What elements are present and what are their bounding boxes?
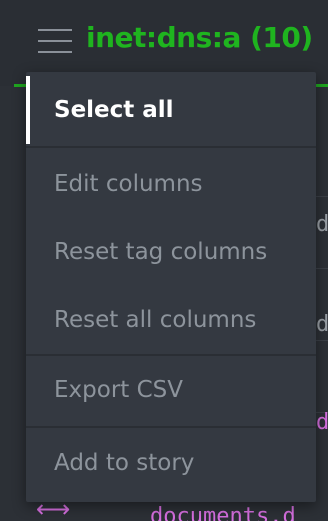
menu-item-export-csv[interactable]: Export CSV xyxy=(26,356,316,424)
table-row-divider xyxy=(316,196,328,197)
menu-item-reset-all-columns[interactable]: Reset all columns xyxy=(26,286,316,354)
menu-divider xyxy=(26,146,316,148)
table-cell-fragment[interactable]: d xyxy=(316,410,328,435)
table-cell-fragment: d xyxy=(316,312,328,337)
menu-divider xyxy=(26,426,316,428)
hamburger-menu-icon[interactable] xyxy=(38,28,72,56)
app-view: d d d documents.d ⟷ inet:dns:a (10) Sele… xyxy=(0,0,328,521)
menu-item-edit-columns[interactable]: Edit columns xyxy=(26,150,316,218)
table-row-divider xyxy=(316,340,328,341)
menu-item-select-all[interactable]: Select all xyxy=(26,76,316,144)
menu-item-add-to-story[interactable]: Add to story xyxy=(26,429,316,497)
panel-title: inet:dns:a (10) xyxy=(86,21,313,54)
options-dropdown-menu: Select all Edit columns Reset tag column… xyxy=(26,72,316,502)
menu-item-reset-tag-columns[interactable]: Reset tag columns xyxy=(26,218,316,286)
table-cell-link[interactable]: documents.d xyxy=(150,504,296,521)
table-cell-fragment: d xyxy=(316,212,328,237)
table-row-divider xyxy=(316,268,328,269)
